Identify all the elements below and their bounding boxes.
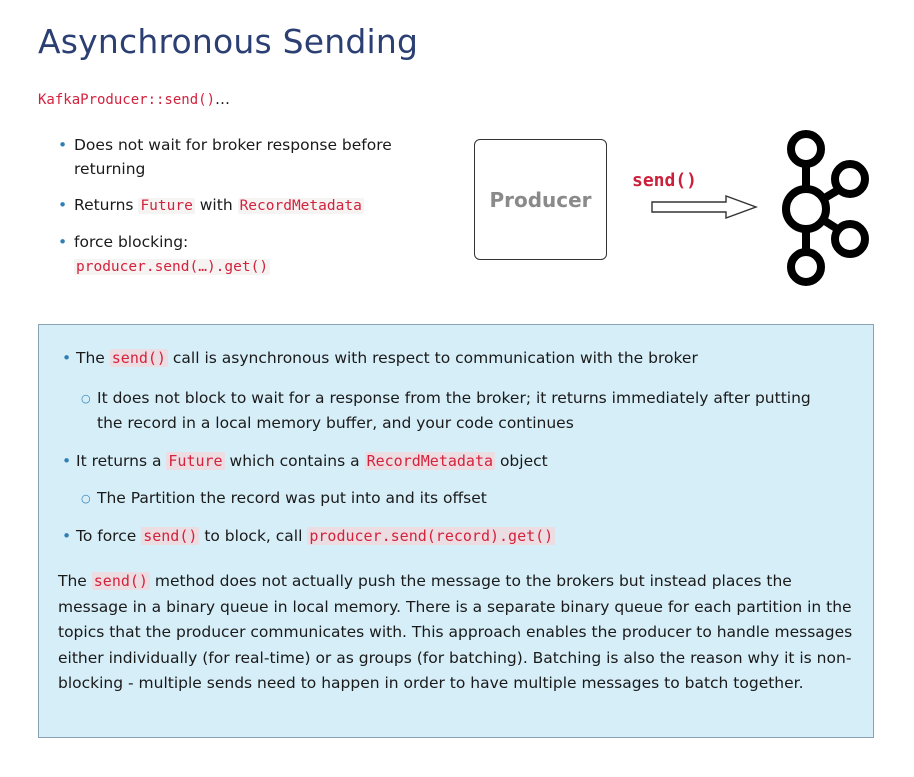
notes-paragraph: The send() method does not actually push… xyxy=(58,569,858,697)
subtitle: KafkaProducer::send()… xyxy=(38,90,230,108)
subtitle-code: KafkaProducer::send() xyxy=(38,92,216,108)
inline-code: RecordMetadata xyxy=(364,452,496,470)
list-item: ○ The Partition the record was put into a… xyxy=(81,486,827,511)
top-bullet-list: Does not wait for broker response before… xyxy=(58,133,458,291)
list-item: Does not wait for broker response before… xyxy=(58,133,458,181)
paragraph-text: method does not actually push the messag… xyxy=(58,572,853,693)
inline-code: Future xyxy=(138,198,195,214)
bullet-icon: • xyxy=(62,527,72,545)
note-text: It does not block to wait for a response… xyxy=(97,389,811,432)
list-item: ○ It does not block to wait for a respons… xyxy=(81,386,827,436)
subtitle-suffix: … xyxy=(215,90,231,108)
list-item: • It returns a Future which contains a Re… xyxy=(62,449,856,474)
note-text: The xyxy=(76,349,110,367)
producer-box: Producer xyxy=(474,139,607,260)
note-text: It returns a xyxy=(76,452,167,470)
bullet-text: Returns xyxy=(74,196,139,214)
inline-code: producer.send(record).get() xyxy=(307,527,556,545)
inline-code: producer.send(…).get() xyxy=(74,259,271,275)
note-text: object xyxy=(495,452,548,470)
note-text: To force xyxy=(76,527,142,545)
note-text: The Partition the record was put into an… xyxy=(97,489,487,507)
producer-label: Producer xyxy=(489,187,592,212)
inline-code: send() xyxy=(109,349,168,367)
page-title: Asynchronous Sending xyxy=(38,22,419,61)
inline-code: send() xyxy=(91,572,150,590)
inline-code: RecordMetadata xyxy=(237,198,364,214)
bullet-text: force blocking: xyxy=(74,233,189,251)
bullet-icon: • xyxy=(62,349,72,367)
arrow-right-icon xyxy=(651,194,759,220)
kafka-logo-icon xyxy=(782,130,869,286)
paragraph-text: The xyxy=(58,572,92,590)
send-label: send() xyxy=(632,170,698,191)
list-item: • The send() call is asynchronous with re… xyxy=(62,346,856,371)
list-item: • To force send() to block, call producer… xyxy=(62,524,856,549)
note-text: which contains a xyxy=(224,452,365,470)
speaker-notes-panel: • The send() call is asynchronous with re… xyxy=(38,324,874,738)
sub-bullet-icon: ○ xyxy=(81,492,91,505)
inline-code: send() xyxy=(141,527,200,545)
inline-code: Future xyxy=(166,452,225,470)
bullet-icon: • xyxy=(62,452,72,470)
note-text: to block, call xyxy=(199,527,308,545)
list-item: Returns Future with RecordMetadata xyxy=(58,193,458,218)
note-text: call is asynchronous with respect to com… xyxy=(167,349,698,367)
bullet-text: with xyxy=(194,196,238,214)
bullet-text: Does not wait for broker response before… xyxy=(74,136,392,178)
list-item: force blocking: producer.send(…).get() xyxy=(58,230,458,279)
sub-bullet-icon: ○ xyxy=(81,392,91,405)
